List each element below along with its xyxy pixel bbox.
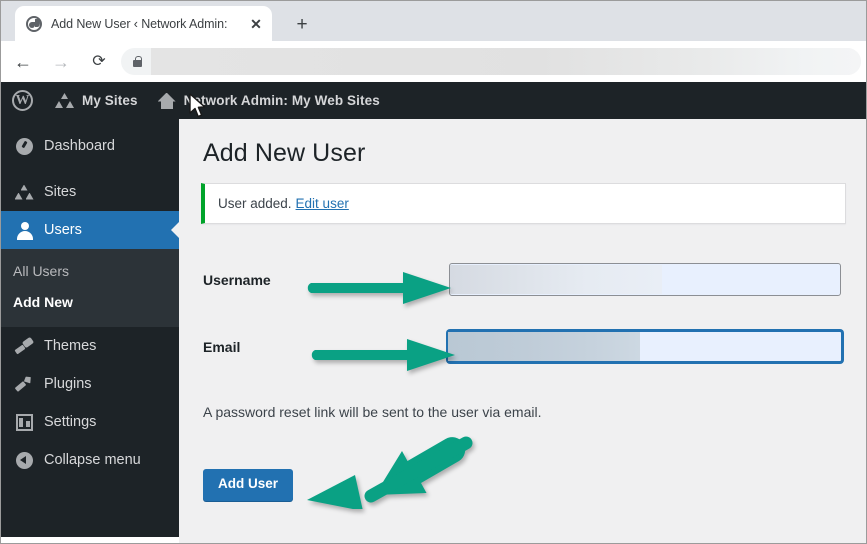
sidebar-item-add-new[interactable]: Add New <box>1 286 179 317</box>
close-icon[interactable]: ✕ <box>246 14 266 34</box>
sidebar-item-collapse-menu[interactable]: Collapse menu <box>1 441 179 479</box>
wordpress-logo-icon: W <box>12 90 33 111</box>
sidebar-label-collapse-menu: Collapse menu <box>44 452 141 468</box>
adminbar-item-my-sites[interactable]: My Sites <box>45 82 148 119</box>
admin-sidebar: Dashboard Sites Users All Users Add New … <box>1 119 179 537</box>
browser-window: Add New User ‹ Network Admin: ✕ + ← → ⟳ … <box>0 0 867 544</box>
home-icon <box>157 92 176 109</box>
users-icon <box>13 221 35 240</box>
adminbar-item-network-admin[interactable]: Network Admin: My Web Sites <box>148 82 390 119</box>
new-tab-button[interactable]: + <box>289 11 315 37</box>
sidebar-item-settings[interactable]: Settings <box>1 403 179 441</box>
email-input[interactable] <box>447 330 843 363</box>
add-user-button[interactable]: Add User <box>203 469 294 501</box>
settings-icon <box>13 413 35 431</box>
username-input[interactable] <box>449 263 841 296</box>
sidebar-item-dashboard[interactable]: Dashboard <box>1 127 179 165</box>
success-notice: User added. Edit user <box>201 183 846 224</box>
arrow-to-email-field <box>311 339 455 371</box>
sidebar-submenu-users: All Users Add New <box>1 249 179 327</box>
email-label: Email <box>203 339 241 355</box>
username-label: Username <box>203 272 271 288</box>
sidebar-label-dashboard: Dashboard <box>44 138 115 154</box>
back-icon[interactable]: ← <box>7 46 39 78</box>
forward-icon[interactable]: → <box>45 46 77 78</box>
page-title: Add New User <box>203 139 366 167</box>
plugins-icon <box>13 375 35 393</box>
sidebar-item-all-users[interactable]: All Users <box>1 255 179 286</box>
mouse-cursor <box>189 93 206 118</box>
wp-admin-bar: W My Sites Network Admin: My Web Sites <box>1 82 866 119</box>
themes-icon <box>13 337 35 355</box>
arrow-to-add-user-button <box>307 436 473 509</box>
sidebar-item-themes[interactable]: Themes <box>1 327 179 365</box>
collapse-icon <box>13 451 35 469</box>
network-icon <box>55 93 74 108</box>
browser-toolbar: ← → ⟳ <box>1 41 866 82</box>
dashboard-icon <box>13 137 35 155</box>
browser-tab[interactable]: Add New User ‹ Network Admin: ✕ <box>15 6 272 41</box>
sites-icon <box>13 184 35 200</box>
edit-user-link[interactable]: Edit user <box>296 196 349 211</box>
admin-content: Add New User User added. Edit user Usern… <box>179 119 866 543</box>
globe-favicon <box>26 15 42 32</box>
reload-icon[interactable]: ⟳ <box>83 46 115 78</box>
sidebar-label-settings: Settings <box>44 414 97 430</box>
password-reset-helper-text: A password reset link will be sent to th… <box>203 404 542 420</box>
notice-text: User added. <box>218 196 292 211</box>
sidebar-label-sites: Sites <box>44 184 77 200</box>
lock-icon <box>133 56 142 67</box>
tab-title: Add New User ‹ Network Admin: <box>51 16 228 31</box>
wp-logo-menu[interactable]: W <box>1 82 45 119</box>
sidebar-label-plugins: Plugins <box>44 376 92 392</box>
sidebar-label-themes: Themes <box>44 338 97 354</box>
url-redaction-overlay <box>151 48 861 75</box>
adminbar-label-my-sites: My Sites <box>82 93 138 108</box>
adminbar-label-network-admin: Network Admin: My Web Sites <box>183 93 380 108</box>
sidebar-item-users[interactable]: Users <box>1 211 179 249</box>
sidebar-item-plugins[interactable]: Plugins <box>1 365 179 403</box>
sidebar-label-users: Users <box>44 222 82 238</box>
address-bar[interactable] <box>121 48 861 75</box>
tab-strip: Add New User ‹ Network Admin: ✕ + <box>1 1 866 41</box>
sidebar-item-sites[interactable]: Sites <box>1 173 179 211</box>
arrow-to-username-field <box>307 272 451 304</box>
